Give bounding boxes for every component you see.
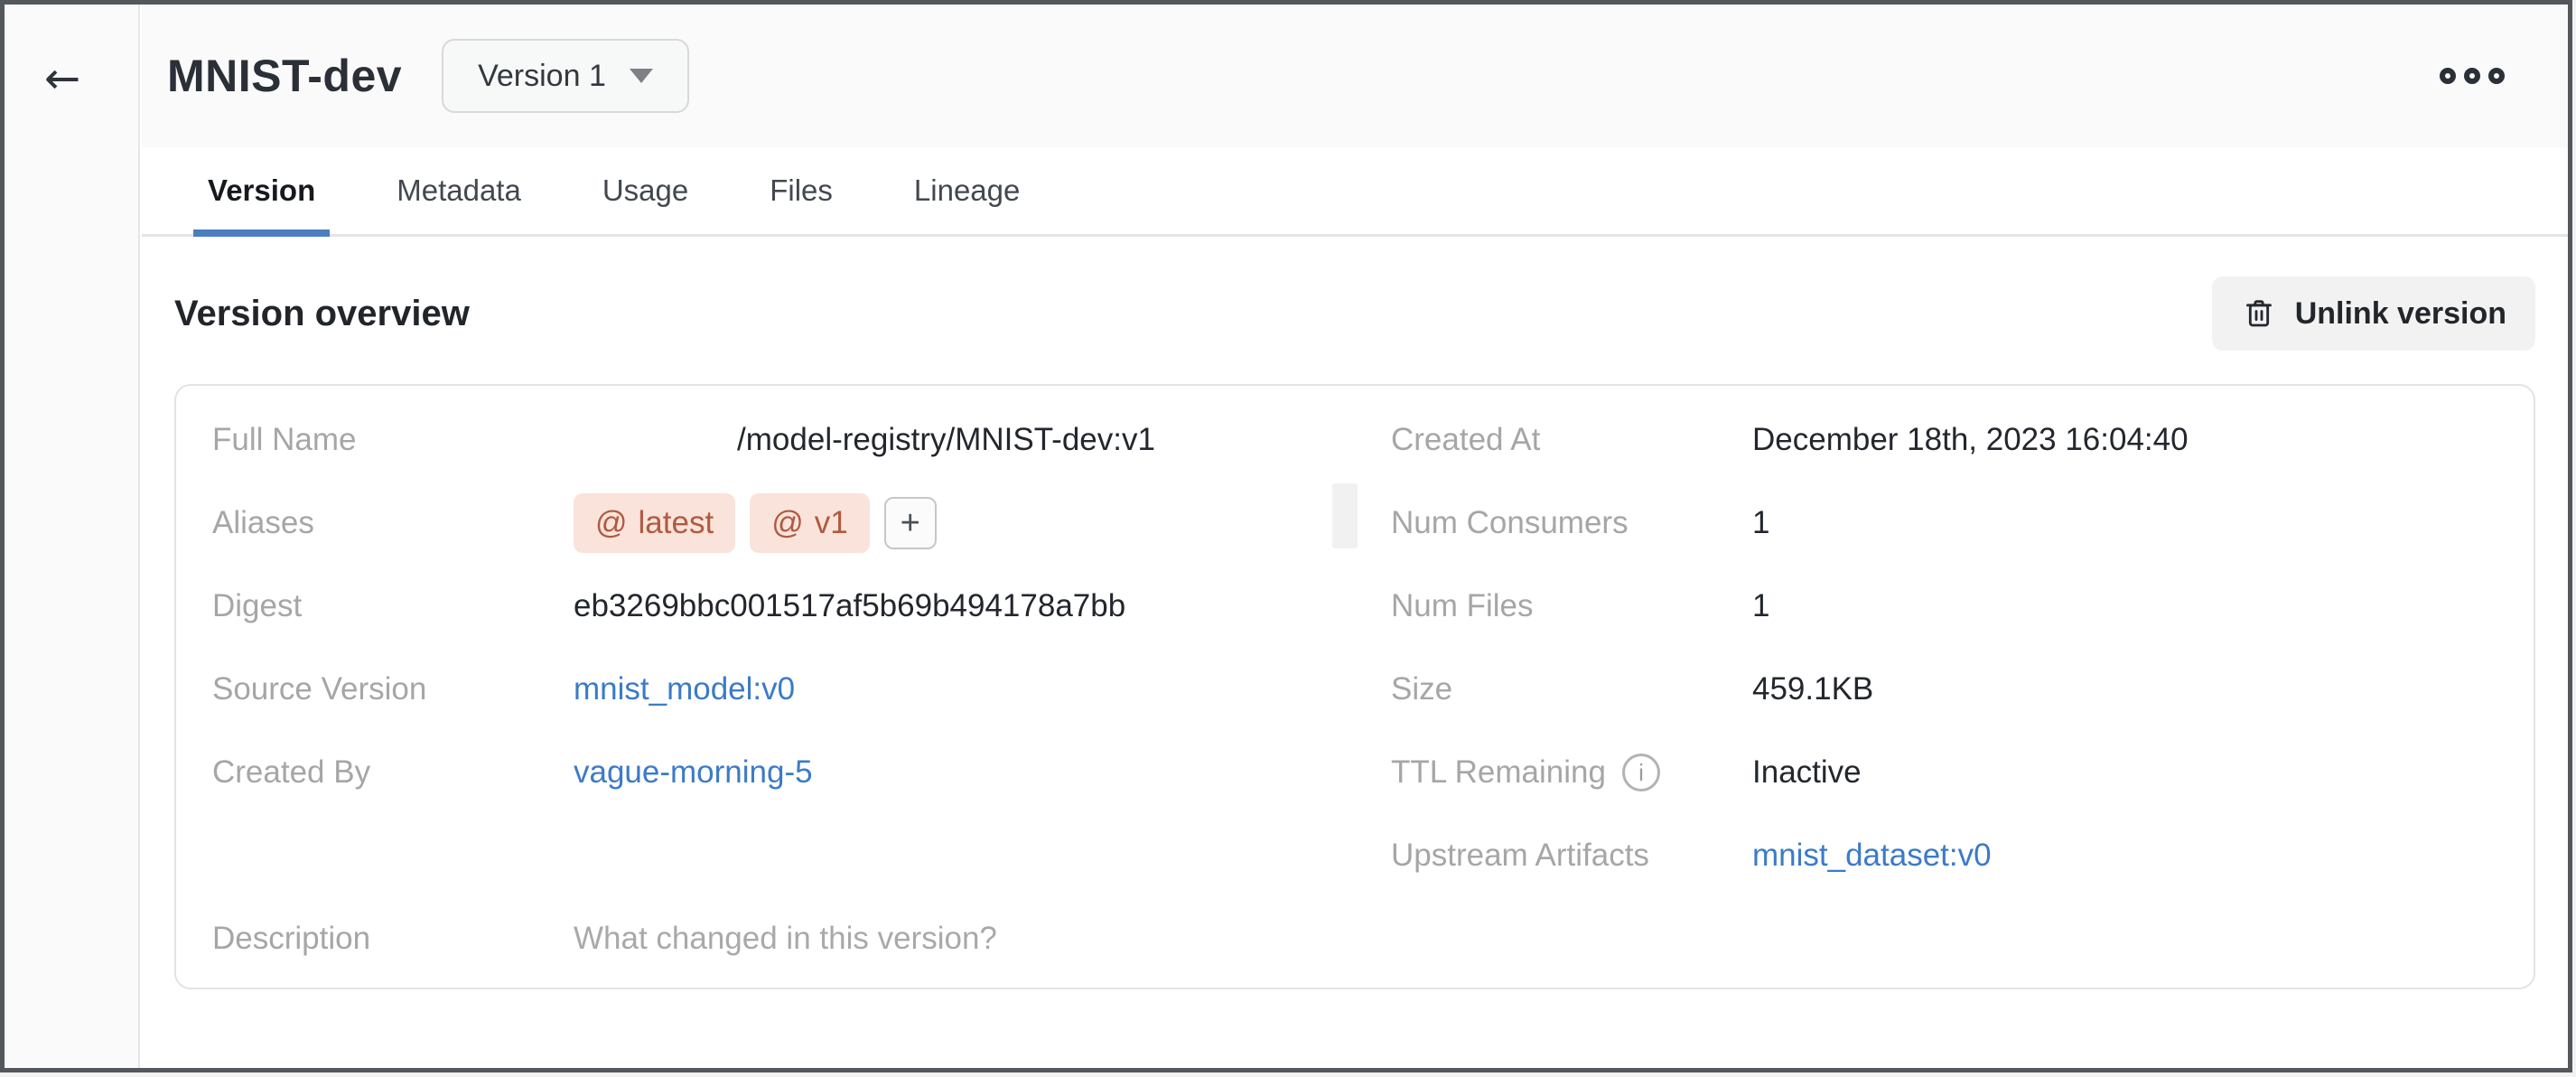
version-selector-label: Version 1 (478, 59, 606, 94)
field-row-digest: Digest eb3269bbc001517af5b69b494178a7bb (212, 565, 1319, 648)
alias-name: v1 (815, 505, 848, 541)
at-prefix: @ (771, 505, 804, 541)
description-input[interactable]: What changed in this version? (574, 921, 997, 957)
spacer-row (212, 814, 1319, 897)
num-files-value: 1 (1752, 588, 1769, 624)
overview-left-column: Full Name /model-registry/MNIST-dev:v1 A… (176, 398, 1355, 980)
alias-list: @ latest @ v1 + (574, 493, 937, 553)
field-label: Source Version (212, 671, 574, 707)
tab-version[interactable]: Version (193, 147, 330, 234)
size-value: 459.1KB (1752, 671, 1873, 707)
scrollbar-thumb[interactable] (1332, 483, 1358, 548)
field-row-full-name: Full Name /model-registry/MNIST-dev:v1 (212, 398, 1319, 482)
back-button[interactable]: ← (44, 57, 80, 100)
field-label: Num Consumers (1391, 505, 1752, 541)
field-row-num-files: Num Files 1 (1391, 565, 2497, 648)
field-row-source-version: Source Version mnist_model:v0 (212, 648, 1319, 731)
tab-metadata[interactable]: Metadata (382, 147, 536, 234)
full-name-value: /model-registry/MNIST-dev:v1 (574, 422, 1319, 458)
field-label: Size (1391, 671, 1752, 707)
page-header: MNIST-dev Version 1 (142, 5, 2568, 147)
unlink-version-label: Unlink version (2295, 296, 2506, 332)
ttl-value: Inactive (1752, 754, 1862, 791)
tab-lineage[interactable]: Lineage (900, 147, 1034, 234)
created-by-link[interactable]: vague-morning-5 (574, 754, 813, 791)
field-row-upstream-artifacts: Upstream Artifacts mnist_dataset:v0 (1391, 814, 2497, 897)
tab-files[interactable]: Files (755, 147, 847, 234)
field-label: Created By (212, 754, 574, 791)
tab-bar: Version Metadata Usage Files Lineage (142, 147, 2568, 237)
app-window: ← MNIST-dev Version 1 Version Metadata U… (0, 0, 2572, 1072)
field-row-aliases: Aliases @ latest @ v1 + (212, 482, 1319, 565)
overflow-menu-button[interactable] (2431, 59, 2514, 93)
content-area: Version overview Unlink version (142, 276, 2568, 989)
ttl-label: TTL Remaining (1391, 754, 1606, 791)
field-label: TTL Remaining i (1391, 754, 1752, 791)
field-label: Created At (1391, 422, 1752, 458)
field-label: Aliases (212, 505, 574, 541)
upstream-artifact-link[interactable]: mnist_dataset:v0 (1752, 838, 1992, 874)
field-row-num-consumers: Num Consumers 1 (1391, 482, 2497, 565)
ellipsis-dot-icon (2488, 68, 2505, 84)
add-alias-button[interactable]: + (884, 497, 937, 549)
field-row-ttl: TTL Remaining i Inactive (1391, 731, 2497, 814)
left-rail: ← (5, 5, 140, 1068)
created-at-value: December 18th, 2023 16:04:40 (1752, 422, 2189, 458)
page-title: MNIST-dev (167, 50, 402, 102)
back-arrow-icon: ← (44, 53, 80, 104)
info-icon[interactable]: i (1622, 754, 1660, 791)
chevron-down-icon (630, 69, 653, 83)
unlink-version-button[interactable]: Unlink version (2212, 276, 2535, 351)
field-row-description: Description What changed in this version… (212, 897, 1319, 980)
field-row-created-at: Created At December 18th, 2023 16:04:40 (1391, 398, 2497, 482)
alias-name: latest (639, 505, 714, 541)
source-version-link[interactable]: mnist_model:v0 (574, 671, 795, 707)
field-label: Upstream Artifacts (1391, 838, 1752, 874)
field-row-size: Size 459.1KB (1391, 648, 2497, 731)
digest-value: eb3269bbc001517af5b69b494178a7bb (574, 588, 1125, 624)
version-selector[interactable]: Version 1 (442, 39, 689, 113)
field-row-created-by: Created By vague-morning-5 (212, 731, 1319, 814)
overview-header: Version overview Unlink version (174, 276, 2535, 351)
alias-badge-latest[interactable]: @ latest (574, 493, 735, 553)
field-label: Num Files (1391, 588, 1752, 624)
alias-badge-v1[interactable]: @ v1 (750, 493, 870, 553)
tab-usage[interactable]: Usage (588, 147, 703, 234)
section-title: Version overview (174, 294, 470, 334)
field-label: Digest (212, 588, 574, 624)
overview-right-column: Created At December 18th, 2023 16:04:40 … (1355, 398, 2534, 980)
num-consumers-value: 1 (1752, 505, 1769, 541)
field-label: Full Name (212, 422, 574, 458)
trash-icon (2241, 295, 2277, 332)
at-prefix: @ (595, 505, 628, 541)
ellipsis-dot-icon (2464, 68, 2480, 84)
version-overview-card: Full Name /model-registry/MNIST-dev:v1 A… (174, 384, 2535, 989)
ellipsis-dot-icon (2440, 68, 2456, 84)
main-area: MNIST-dev Version 1 Version Metadata Usa… (142, 5, 2568, 1068)
field-label: Description (212, 921, 574, 957)
